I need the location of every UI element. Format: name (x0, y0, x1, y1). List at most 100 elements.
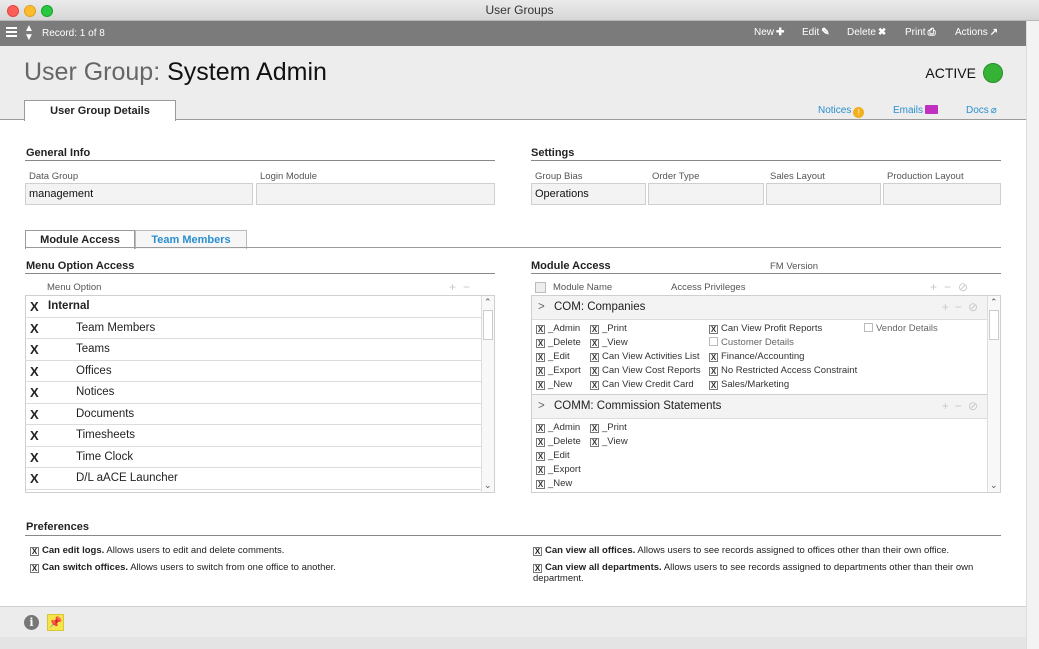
privilege-admin[interactable]: X _Admin (536, 422, 580, 433)
checkbox[interactable]: X (536, 367, 545, 376)
checkbox[interactable]: X (536, 452, 545, 461)
checkbox[interactable]: X (590, 353, 599, 362)
minimize-window-button[interactable] (24, 5, 36, 17)
module-row[interactable]: > COMM: Commission Statements +−⊘ X _Admi… (532, 395, 1000, 492)
privilege-export[interactable]: X _Export (536, 365, 581, 376)
remove-row-icon[interactable]: − (944, 280, 958, 294)
checkbox[interactable]: X (536, 339, 545, 348)
checkbox[interactable]: X (30, 321, 39, 336)
privilege-view[interactable]: X _View (590, 337, 628, 348)
privilege-delete[interactable]: X _Delete (536, 436, 581, 447)
sales-layout-field[interactable] (766, 183, 881, 205)
menu-option-scrollbar[interactable]: ⌃ ⌄ (481, 296, 494, 492)
emails-link[interactable]: Emails (893, 105, 939, 116)
checkbox[interactable]: X (533, 547, 542, 556)
checkbox[interactable]: X (709, 325, 718, 334)
list-item[interactable]: X Teams (26, 339, 494, 361)
chevron-up-icon[interactable]: ⌃ (990, 297, 998, 308)
checkbox[interactable] (864, 323, 873, 332)
checkbox[interactable]: X (536, 480, 545, 489)
docs-link[interactable]: Docs ⌀ (966, 105, 997, 116)
preference-can-view-all-departments[interactable]: X Can view all departments. Allows users … (533, 562, 983, 584)
checkbox[interactable]: X (30, 342, 39, 357)
privilege-delete[interactable]: X _Delete (536, 337, 581, 348)
privilege-new[interactable]: X _New (536, 379, 572, 390)
close-window-button[interactable] (7, 5, 19, 17)
checkbox[interactable]: X (590, 367, 599, 376)
privilege-export[interactable]: X _Export (536, 464, 581, 475)
checkbox[interactable]: X (30, 564, 39, 573)
add-row-icon[interactable]: + (930, 280, 944, 294)
actions-button[interactable]: Actions ↗ (955, 27, 998, 38)
hamburger-menu-icon[interactable] (6, 27, 17, 39)
record-navigator-icon[interactable]: ▲ ▼ (24, 24, 34, 43)
tab-user-group-details[interactable]: User Group Details (24, 100, 176, 121)
privilege-view[interactable]: X _View (590, 436, 628, 447)
chevron-down-icon[interactable]: ⌄ (484, 480, 492, 491)
scroll-thumb[interactable] (483, 310, 493, 340)
list-item[interactable]: X Notices (26, 382, 494, 404)
checkbox[interactable]: X (30, 471, 39, 486)
remove-row-icon[interactable]: − (463, 280, 477, 294)
chevron-down-icon[interactable]: ⌄ (990, 480, 998, 491)
privilege-cost[interactable]: X Can View Cost Reports (590, 365, 701, 376)
privilege-edit[interactable]: X _Edit (536, 351, 570, 362)
list-item[interactable]: X Offices (26, 361, 494, 382)
print-button[interactable]: Print ⎙ (905, 27, 936, 38)
privilege-sales[interactable]: X Sales/Marketing (709, 379, 789, 390)
privilege-profit[interactable]: X Can View Profit Reports (709, 323, 822, 334)
privilege-edit[interactable]: X _Edit (536, 450, 570, 461)
module-header[interactable]: > COMM: Commission Statements +−⊘ (532, 395, 1000, 419)
checkbox[interactable]: X (536, 325, 545, 334)
module-access-scrollbar[interactable]: ⌃ ⌄ (987, 296, 1000, 492)
privilege-print[interactable]: X _Print (590, 422, 627, 433)
info-icon[interactable]: i (24, 615, 39, 630)
checkbox[interactable]: X (533, 564, 542, 573)
privilege-new[interactable]: X _New (536, 478, 572, 489)
checkbox[interactable]: X (590, 424, 599, 433)
checkbox[interactable]: X (536, 353, 545, 362)
checkbox[interactable]: X (709, 353, 718, 362)
chevron-right-icon[interactable]: > (538, 400, 545, 412)
checkbox[interactable]: X (590, 339, 599, 348)
privilege-customer[interactable]: Customer Details (709, 337, 794, 348)
list-item[interactable]: X Team Members (26, 318, 494, 339)
chevron-up-icon[interactable]: ⌃ (484, 297, 492, 308)
privilege-restricted[interactable]: X No Restricted Access Constraint (709, 365, 857, 376)
list-item[interactable]: X Internal (26, 296, 494, 318)
zoom-window-button[interactable] (41, 5, 53, 17)
checkbox[interactable]: X (536, 424, 545, 433)
privilege-vendor[interactable]: Vendor Details (864, 323, 938, 334)
list-item[interactable]: X D/L aACE Launcher (26, 468, 494, 490)
checkbox[interactable]: X (709, 381, 718, 390)
checkbox[interactable]: X (30, 450, 39, 465)
login-module-field[interactable] (256, 183, 495, 205)
privilege-finance[interactable]: X Finance/Accounting (709, 351, 804, 362)
checkbox[interactable]: X (30, 407, 39, 422)
privilege-print[interactable]: X _Print (590, 323, 627, 334)
order-type-field[interactable] (648, 183, 764, 205)
preference-can-view-all-offices[interactable]: X Can view all offices. Allows users to s… (533, 545, 993, 556)
scroll-thumb[interactable] (989, 310, 999, 340)
checkbox[interactable]: X (709, 367, 718, 376)
privilege-credit[interactable]: X Can View Credit Card (590, 379, 694, 390)
data-group-field[interactable]: management (25, 183, 253, 205)
list-item[interactable]: X Timesheets (26, 425, 494, 447)
privilege-admin[interactable]: X _Admin (536, 323, 580, 334)
group-bias-field[interactable]: Operations (531, 183, 646, 205)
checkbox[interactable]: X (30, 428, 39, 443)
add-row-icon[interactable]: + (449, 280, 463, 294)
production-layout-field[interactable] (883, 183, 1001, 205)
new-button[interactable]: New ✚ (754, 27, 784, 38)
list-item[interactable]: X Documents (26, 404, 494, 425)
preference-can-switch-offices[interactable]: X Can switch offices. Allows users to swi… (30, 562, 500, 573)
select-all-checkbox[interactable] (535, 282, 546, 293)
module-header[interactable]: > COM: Companies +−⊘ (532, 296, 1000, 320)
module-row[interactable]: > COM: Companies +−⊘ X _Admin X _Delete X _… (532, 296, 1000, 395)
list-item[interactable]: X Time Clock (26, 447, 494, 468)
checkbox[interactable]: X (590, 381, 599, 390)
delete-button[interactable]: Delete ✖ (847, 27, 886, 38)
window-scrollbar[interactable] (1026, 21, 1039, 649)
checkbox[interactable]: X (590, 438, 599, 447)
pin-icon[interactable]: 📌 (47, 614, 64, 631)
